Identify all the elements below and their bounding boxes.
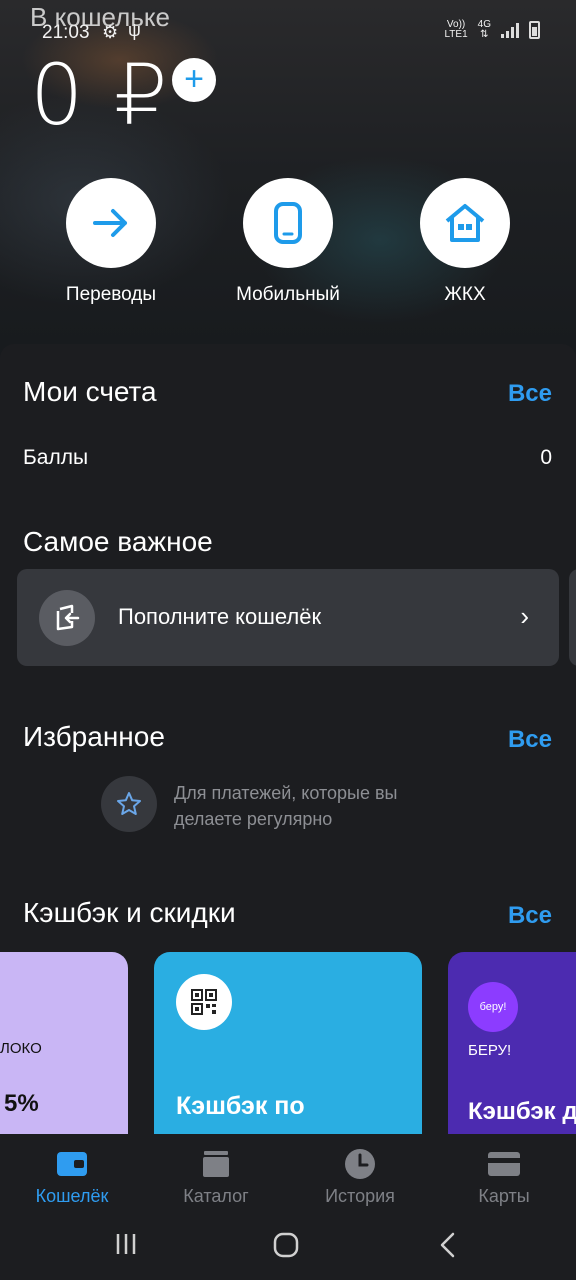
favorites-hint: Для платежей, которые вы делаете регуляр…	[174, 783, 398, 829]
top-up-button[interactable]: +	[172, 58, 216, 102]
top-up-wallet-card[interactable]: Пополните кошелёк ›	[17, 569, 559, 666]
cashback-card-loko[interactable]: ЛОКО 5%	[0, 952, 128, 1134]
promo-brand: БЕРУ!	[468, 1042, 512, 1059]
status-indicators: Vo)) LTE1 4G ⇅	[444, 20, 540, 40]
data-arrows-icon: ⇅	[480, 29, 489, 40]
phone-icon	[243, 178, 333, 268]
nav-wallet[interactable]: Кошелёк	[0, 1146, 144, 1207]
promo-brand: ЛОКО	[0, 1040, 42, 1057]
points-label: Баллы	[23, 446, 89, 469]
net-type-indicator: 4G ⇅	[478, 20, 491, 40]
chevron-right-icon: ›	[520, 601, 529, 631]
home-icon[interactable]	[273, 1232, 299, 1265]
wallet-caption: В кошельке	[30, 2, 170, 32]
favorites-all-link[interactable]: Все	[508, 726, 552, 754]
bottom-navigation: Кошелёк Каталог История Карты	[0, 1134, 576, 1214]
clock-icon	[288, 1146, 432, 1182]
system-navigation-bar	[0, 1214, 576, 1280]
next-card-peek[interactable]	[569, 569, 576, 666]
points-value: 0	[540, 446, 552, 469]
beru-logo: беру!	[468, 982, 518, 1032]
recent-apps-icon[interactable]	[114, 1232, 138, 1263]
quick-action-mobile[interactable]: Мобильный	[213, 178, 363, 306]
nav-cards[interactable]: Карты	[432, 1146, 576, 1207]
main-sheet: Мои счета Все Баллы 0 Самое важное Попол…	[0, 344, 576, 1134]
favorites-title: Избранное	[23, 721, 165, 752]
promo-title: Кэшбэк д	[468, 1098, 576, 1125]
top-up-wallet-text: Пополните кошелёк	[118, 604, 322, 629]
wallet-icon	[0, 1146, 144, 1182]
nav-label: Карты	[478, 1186, 530, 1206]
promo-percent: 5%	[4, 1090, 39, 1117]
card-icon	[432, 1146, 576, 1182]
nav-catalog[interactable]: Каталог	[144, 1146, 288, 1207]
catalog-icon	[144, 1146, 288, 1182]
nav-label: Кошелёк	[35, 1186, 109, 1206]
signal-icon	[501, 22, 519, 38]
arrow-right-icon	[66, 178, 156, 268]
volte-bottom: LTE1	[444, 29, 468, 40]
battery-icon	[529, 21, 540, 39]
cashback-title: Кэшбэк и скидки	[23, 897, 236, 928]
back-icon[interactable]	[438, 1232, 458, 1265]
cashback-all-link[interactable]: Все	[508, 902, 552, 930]
nav-label: Каталог	[183, 1186, 249, 1206]
promo-title: Кэшбэк по	[176, 1092, 305, 1120]
wallet-balance: 0 ₽	[30, 46, 170, 144]
quick-action-label: ЖКХ	[444, 284, 486, 305]
cashback-card-beru[interactable]: беру! БЕРУ! Кэшбэк д	[448, 952, 576, 1134]
cashback-card-qr[interactable]: Кэшбэк по	[154, 952, 422, 1134]
accounts-title: Мои счета	[23, 376, 157, 407]
star-icon	[101, 776, 157, 832]
qr-code-icon	[176, 974, 232, 1030]
quick-action-transfers[interactable]: Переводы	[36, 178, 186, 306]
quick-action-label: Переводы	[65, 284, 157, 305]
volte-indicator: Vo)) LTE1	[444, 20, 467, 40]
accounts-all-link[interactable]: Все	[508, 380, 552, 408]
nav-label: История	[325, 1186, 395, 1206]
quick-action-utilities[interactable]: ЖКХ	[390, 178, 540, 306]
nav-history[interactable]: История	[288, 1146, 432, 1207]
quick-action-label: Мобильный	[236, 284, 340, 305]
wallet-refill-icon	[39, 590, 95, 646]
house-icon	[420, 178, 510, 268]
important-title: Самое важное	[23, 526, 213, 557]
